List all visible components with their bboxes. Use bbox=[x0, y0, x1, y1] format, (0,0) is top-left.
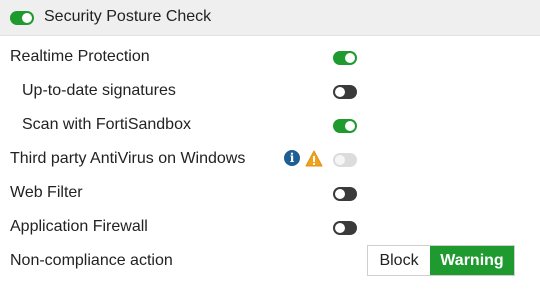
application-firewall-toggle[interactable] bbox=[333, 221, 357, 235]
row-web-filter: Web Filter bbox=[0, 176, 540, 210]
application-firewall-label: Application Firewall bbox=[10, 218, 148, 235]
up-to-date-signatures-toggle[interactable] bbox=[333, 85, 357, 99]
security-posture-toggle[interactable] bbox=[10, 11, 34, 25]
warning-icon[interactable] bbox=[305, 150, 323, 167]
warning-option-button[interactable]: Warning bbox=[430, 246, 514, 275]
web-filter-toggle[interactable] bbox=[333, 187, 357, 201]
row-third-party-antivirus: Third party AntiVirus on Windows i bbox=[0, 142, 540, 176]
non-compliance-action-label: Non-compliance action bbox=[10, 252, 173, 269]
web-filter-label: Web Filter bbox=[10, 184, 83, 201]
realtime-protection-label: Realtime Protection bbox=[10, 48, 150, 65]
toggle-knob bbox=[22, 13, 32, 23]
section-header: Security Posture Check bbox=[0, 0, 540, 36]
non-compliance-action-selector: Block Warning bbox=[367, 245, 515, 276]
scan-with-fortisandbox-label: Scan with FortiSandbox bbox=[22, 116, 191, 133]
realtime-protection-toggle[interactable] bbox=[333, 51, 357, 65]
row-application-firewall: Application Firewall bbox=[0, 210, 540, 244]
row-scan-with-fortisandbox: Scan with FortiSandbox bbox=[0, 108, 540, 142]
scan-with-fortisandbox-toggle[interactable] bbox=[333, 119, 357, 133]
up-to-date-signatures-label: Up-to-date signatures bbox=[22, 82, 176, 99]
third-party-antivirus-label: Third party AntiVirus on Windows bbox=[10, 150, 246, 167]
row-up-to-date-signatures: Up-to-date signatures bbox=[0, 74, 540, 108]
section-title: Security Posture Check bbox=[44, 8, 212, 25]
row-realtime-protection: Realtime Protection bbox=[0, 40, 540, 74]
info-icon[interactable]: i bbox=[284, 150, 300, 166]
block-option-button[interactable]: Block bbox=[368, 246, 430, 275]
third-party-antivirus-toggle[interactable] bbox=[333, 153, 357, 167]
